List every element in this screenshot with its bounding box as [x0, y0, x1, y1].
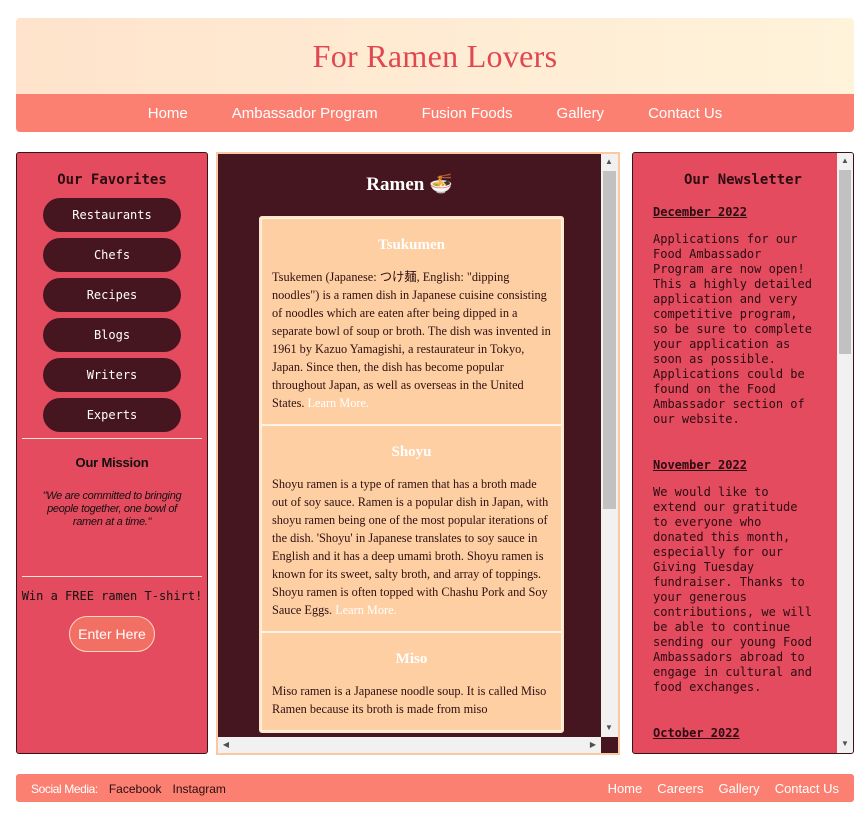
ramen-card: Miso Miso ramen is a Japanese noodle sou…	[261, 632, 562, 731]
footer-nav-contact-us[interactable]: Contact Us	[775, 781, 839, 796]
card-text: Shoyu ramen is a type of ramen that has …	[272, 477, 549, 617]
learn-more-link[interactable]: Learn More.	[308, 396, 369, 410]
main-horizontal-scrollbar[interactable]: ◀ ▶	[218, 737, 601, 753]
learn-more-link[interactable]: Learn More.	[335, 603, 396, 617]
nav-fusion-foods[interactable]: Fusion Foods	[422, 105, 513, 122]
newsletter-scroll-thumb[interactable]	[839, 170, 851, 354]
ramen-cards: Tsukumen Tsukemen (Japanese: つけ麺, Englis…	[259, 216, 564, 733]
facebook-link[interactable]: Facebook	[109, 782, 162, 796]
ramen-card: Shoyu Shoyu ramen is a type of ramen tha…	[261, 425, 562, 632]
main-content[interactable]: Ramen 🍜 Tsukumen Tsukemen (Japanese: つけ麺…	[216, 152, 620, 755]
nav-gallery[interactable]: Gallery	[557, 105, 605, 122]
newsletter-text: We would like to extend our gratitude to…	[653, 485, 812, 694]
nav-contact-us[interactable]: Contact Us	[648, 105, 722, 122]
newsletter-item: October 2022	[653, 726, 817, 740]
newsletter-date[interactable]: December 2022	[653, 205, 817, 219]
card-text: Miso ramen is a Japanese noodle soup. It…	[272, 684, 547, 716]
scroll-down-arrow-icon[interactable]: ▼	[602, 723, 616, 733]
card-title: Shoyu	[391, 444, 432, 460]
main-vertical-scrollbar[interactable]: ▲ ▼	[601, 154, 618, 737]
main-title: Ramen 🍜	[366, 174, 453, 195]
favorites-title: Our Favorites	[57, 172, 167, 188]
divider	[22, 438, 202, 439]
newsletter-item: November 2022 We would like to extend ou…	[653, 458, 817, 695]
social-links: Social Media: Facebook Instagram	[31, 782, 226, 796]
favorite-blogs-button[interactable]: Blogs	[43, 318, 181, 352]
mission-title: Our Mission	[75, 455, 149, 470]
enter-here-button[interactable]: Enter Here	[69, 616, 155, 652]
newsletter-title: Our Newsletter	[683, 172, 802, 188]
favorite-recipes-button[interactable]: Recipes	[43, 278, 181, 312]
site-title: For Ramen Lovers	[312, 37, 558, 74]
ramen-card: Tsukumen Tsukemen (Japanese: つけ麺, Englis…	[261, 218, 562, 425]
favorite-experts-button[interactable]: Experts	[43, 398, 181, 432]
promo-text: Win a FREE ramen T-shirt!	[21, 589, 203, 603]
scroll-up-arrow-icon[interactable]: ▲	[838, 156, 852, 166]
divider	[22, 576, 202, 577]
scroll-down-arrow-icon[interactable]: ▼	[838, 739, 852, 749]
footer-nav: Home Careers Gallery Contact Us	[593, 781, 839, 796]
footer-nav-gallery[interactable]: Gallery	[719, 781, 760, 796]
scroll-right-arrow-icon[interactable]: ▶	[586, 740, 600, 750]
social-label: Social Media:	[31, 782, 98, 796]
footer-nav-home[interactable]: Home	[608, 781, 643, 796]
mission-text: "We are committed to bringing people tog…	[42, 490, 182, 528]
newsletter-text: Applications for our Food Ambassador Pro…	[653, 232, 812, 426]
newsletter-vertical-scrollbar[interactable]: ▲ ▼	[837, 153, 853, 753]
newsletter-list: December 2022 Applications for our Food …	[653, 205, 817, 753]
favorite-writers-button[interactable]: Writers	[43, 358, 181, 392]
site-footer: Social Media: Facebook Instagram Home Caree…	[16, 774, 854, 802]
card-title: Miso	[395, 651, 428, 667]
card-text: Tsukemen (Japanese: つけ麺, English: "dippi…	[272, 270, 551, 410]
instagram-link[interactable]: Instagram	[173, 782, 226, 796]
card-title: Tsukumen	[378, 237, 445, 253]
newsletter-item: December 2022 Applications for our Food …	[653, 205, 817, 427]
scroll-up-arrow-icon[interactable]: ▲	[602, 157, 616, 167]
right-sidebar[interactable]: Our Newsletter December 2022 Application…	[632, 152, 854, 754]
main-scroll-thumb[interactable]	[603, 171, 616, 509]
nav-ambassador-program[interactable]: Ambassador Program	[232, 105, 378, 122]
favorite-chefs-button[interactable]: Chefs	[43, 238, 181, 272]
scroll-left-arrow-icon[interactable]: ◀	[219, 740, 233, 750]
footer-nav-careers[interactable]: Careers	[657, 781, 703, 796]
top-nav: Home Ambassador Program Fusion Foods Gal…	[16, 94, 854, 132]
favorites-list: Restaurants Chefs Recipes Blogs Writers …	[17, 198, 207, 438]
nav-home[interactable]: Home	[148, 105, 188, 122]
favorite-restaurants-button[interactable]: Restaurants	[43, 198, 181, 232]
newsletter-date[interactable]: November 2022	[653, 458, 817, 472]
site-header: For Ramen Lovers	[16, 18, 854, 94]
newsletter-date[interactable]: October 2022	[653, 726, 817, 740]
left-sidebar: Our Favorites Restaurants Chefs Recipes …	[16, 152, 208, 754]
